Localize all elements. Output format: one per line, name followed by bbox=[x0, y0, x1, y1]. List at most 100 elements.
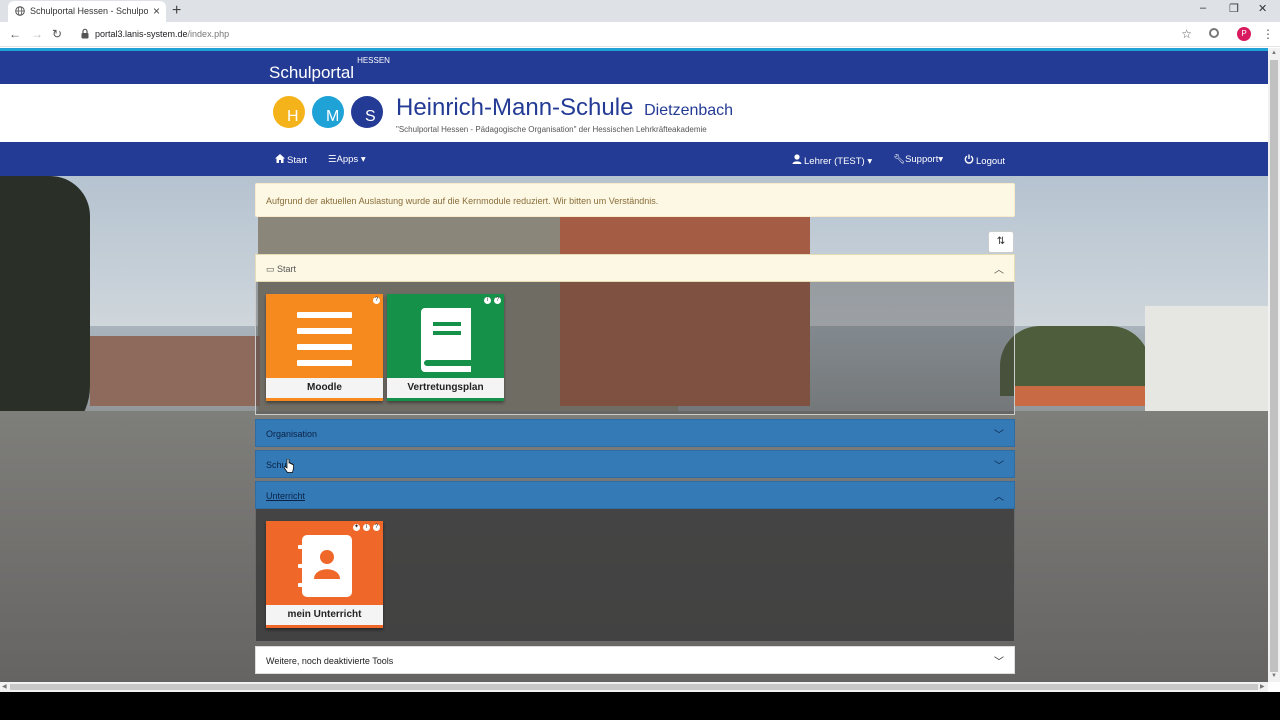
bookmark-star-icon[interactable]: ☆ bbox=[1181, 27, 1192, 41]
panel-title-organisation: Organisation bbox=[266, 429, 318, 439]
panel-body-start: ? Moodle i ? Vertretungsplan bbox=[255, 282, 1015, 415]
new-tab-icon[interactable]: + bbox=[172, 2, 181, 20]
vertical-scrollbar[interactable]: ▲ ▼ bbox=[1268, 48, 1280, 682]
school-name: Heinrich-Mann-Schule Dietzenbach bbox=[396, 94, 733, 122]
home-icon bbox=[275, 154, 285, 163]
tile-vertretungsplan[interactable]: i ? Vertretungsplan bbox=[387, 294, 504, 401]
globe-icon bbox=[15, 6, 25, 16]
nav-apps-label: Apps bbox=[336, 154, 359, 165]
panel-header-start[interactable]: ▭ Start ︿ bbox=[255, 254, 1015, 282]
address-bar[interactable]: portal3.lanis-system.de/index.php ☆ bbox=[72, 24, 1200, 44]
nav-user-label: Lehrer (TEST) bbox=[804, 156, 865, 167]
letterbox-bar bbox=[0, 692, 1280, 720]
nav-support-label: Support bbox=[905, 154, 939, 165]
extension-icon[interactable] bbox=[1209, 28, 1219, 38]
panel-header-organisation[interactable]: Organisation ﹀ bbox=[255, 419, 1015, 447]
logo-letter: H bbox=[287, 108, 299, 125]
caret-down-icon: ▾ bbox=[938, 154, 944, 165]
browser-menu-icon[interactable]: ⋮ bbox=[1262, 27, 1274, 41]
mouse-cursor-icon bbox=[284, 459, 294, 473]
info-icon[interactable]: i bbox=[484, 297, 491, 304]
wrench-icon: 🔧︎ bbox=[893, 154, 906, 165]
nav-start-label: Start bbox=[287, 155, 308, 166]
school-header: H M S Heinrich-Mann-Schule Dietzenbach "… bbox=[0, 84, 1268, 142]
power-icon bbox=[964, 154, 974, 164]
pin-icon[interactable]: ✦ bbox=[353, 524, 360, 531]
profile-avatar[interactable]: P bbox=[1237, 27, 1251, 41]
logo-circle-m: M bbox=[312, 96, 344, 128]
tile-label: Vertretungsplan bbox=[387, 378, 504, 401]
list-icon bbox=[297, 312, 352, 366]
panel-header-label: ▭ Start bbox=[266, 264, 296, 275]
nav-support[interactable]: 🔧︎Support▾ bbox=[893, 154, 943, 165]
menu-icon: ☰ bbox=[328, 154, 337, 165]
help-icon[interactable]: ? bbox=[494, 297, 501, 304]
school-subtitle: "Schulportal Hessen - Pädagogische Organ… bbox=[396, 125, 707, 134]
main-navbar: Start ☰Apps ▾ Lehrer (TEST) ▾ 🔧︎Support▾… bbox=[0, 142, 1268, 176]
contact-book-icon bbox=[298, 535, 352, 597]
chevron-up-icon: ︿ bbox=[994, 265, 1004, 276]
keyboard-icon: ▭ bbox=[266, 264, 278, 274]
school-location: Dietzenbach bbox=[644, 102, 734, 119]
browser-tab[interactable]: Schulportal Hessen - Schulportal × bbox=[8, 1, 166, 22]
nav-user[interactable]: Lehrer (TEST) ▾ bbox=[792, 154, 872, 167]
url-host: portal3.lanis-system.de bbox=[95, 29, 188, 39]
panel-title-weitere: Weitere, noch deaktivierte Tools bbox=[266, 656, 394, 666]
info-icon[interactable]: i bbox=[363, 524, 370, 531]
sort-icon: ⇅ bbox=[996, 236, 1006, 247]
notice-alert: Aufgrund der aktuellen Auslastung wurde … bbox=[255, 183, 1015, 217]
chevron-down-icon: ﹀ bbox=[994, 430, 1004, 441]
logo-letter: S bbox=[365, 108, 376, 125]
tile-mein-unterricht[interactable]: ✦ i ? mein Unterricht bbox=[266, 521, 383, 628]
back-arrow-icon[interactable]: ← bbox=[9, 27, 21, 41]
panel-header-weitere[interactable]: Weitere, noch deaktivierte Tools ﹀ bbox=[255, 646, 1015, 674]
nav-apps[interactable]: ☰Apps ▾ bbox=[328, 154, 366, 165]
nav-start[interactable]: Start bbox=[275, 154, 307, 166]
forward-arrow-icon[interactable]: → bbox=[31, 27, 43, 41]
book-icon bbox=[421, 308, 471, 372]
scroll-down-arrow-icon[interactable]: ▼ bbox=[1271, 673, 1277, 679]
user-icon bbox=[792, 154, 802, 164]
lock-icon bbox=[81, 28, 89, 39]
sort-button[interactable]: ⇅ bbox=[988, 231, 1014, 253]
scrollbar-thumb[interactable] bbox=[10, 684, 1258, 690]
nav-logout[interactable]: Logout bbox=[964, 154, 1005, 167]
panel-header-schule[interactable]: Schule ﹀ bbox=[255, 450, 1015, 478]
scroll-left-arrow-icon[interactable]: ◀ bbox=[2, 683, 7, 690]
scrollbar-thumb[interactable] bbox=[1270, 60, 1278, 672]
page-viewport: SchulportalHESSEN H M S Heinrich-Mann-Sc… bbox=[0, 48, 1268, 682]
tree bbox=[0, 176, 90, 446]
minimize-icon[interactable]: – bbox=[1200, 2, 1206, 14]
tile-moodle[interactable]: ? Moodle bbox=[266, 294, 383, 401]
nav-logout-label: Logout bbox=[976, 156, 1006, 167]
url-text: portal3.lanis-system.de/index.php bbox=[95, 29, 229, 39]
panel-title-start: Start bbox=[277, 264, 297, 274]
brand-superscript: HESSEN bbox=[357, 56, 390, 66]
close-tab-icon[interactable]: × bbox=[153, 4, 160, 18]
tab-title: Schulportal Hessen - Schulportal bbox=[30, 6, 148, 16]
logo-circle-h: H bbox=[273, 96, 305, 128]
panel-body-unterricht: ✦ i ? mein Unterricht bbox=[255, 509, 1015, 642]
help-icon[interactable]: ? bbox=[373, 297, 380, 304]
chevron-down-icon: ﹀ bbox=[994, 461, 1004, 472]
portal-top-bar: SchulportalHESSEN bbox=[0, 48, 1268, 84]
browser-window: Schulportal Hessen - Schulportal × + – ❐… bbox=[0, 0, 1280, 720]
notice-text: Aufgrund der aktuellen Auslastung wurde … bbox=[266, 196, 659, 206]
panel-header-unterricht[interactable]: Unterricht ︿ bbox=[255, 481, 1015, 509]
portal-brand[interactable]: SchulportalHESSEN bbox=[269, 56, 390, 83]
horizontal-scrollbar[interactable]: ◀ ▶ bbox=[0, 682, 1268, 692]
reload-icon[interactable]: ↻ bbox=[52, 27, 62, 41]
window-close-icon[interactable]: ✕ bbox=[1258, 2, 1267, 15]
tile-icon-area bbox=[387, 294, 504, 378]
scroll-up-arrow-icon[interactable]: ▲ bbox=[1271, 50, 1277, 56]
building bbox=[90, 336, 260, 406]
scroll-right-arrow-icon[interactable]: ▶ bbox=[1260, 683, 1265, 690]
caret-down-icon: ▾ bbox=[360, 154, 366, 165]
chevron-down-icon: ﹀ bbox=[994, 657, 1004, 668]
logo-letter: M bbox=[326, 108, 340, 125]
brand-text: Schulportal bbox=[269, 63, 355, 82]
panel-title-unterricht: Unterricht bbox=[266, 491, 306, 501]
tab-bar: Schulportal Hessen - Schulportal × + – ❐… bbox=[0, 0, 1280, 22]
help-icon[interactable]: ? bbox=[373, 524, 380, 531]
restore-icon[interactable]: ❐ bbox=[1229, 2, 1239, 15]
